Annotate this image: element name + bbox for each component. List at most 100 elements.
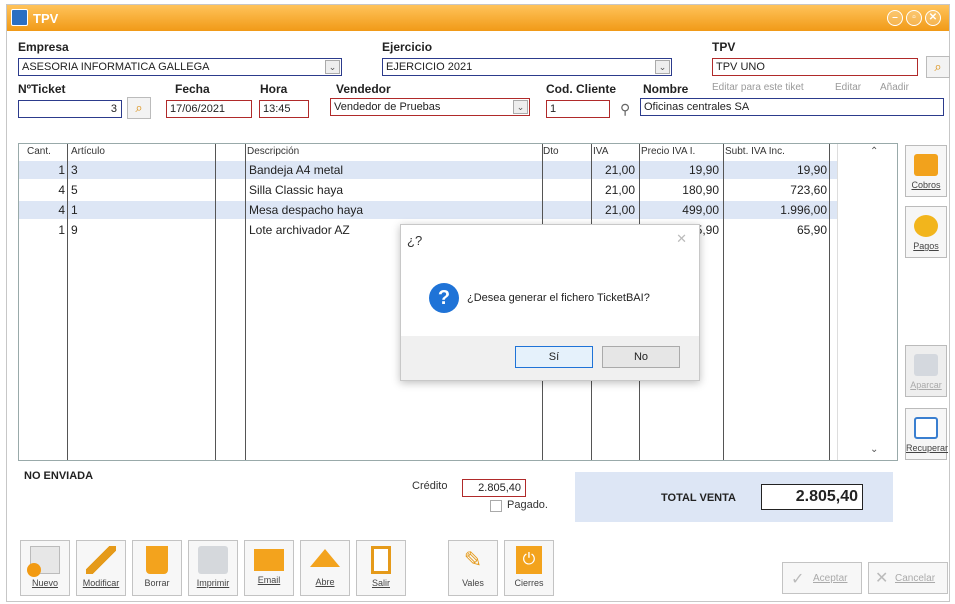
nombre-label: Nombre — [643, 82, 689, 96]
col-cant: Cant. — [27, 146, 51, 157]
vales-button[interactable]: ✎ Vales — [448, 540, 498, 596]
borrar-button[interactable]: Borrar — [132, 540, 182, 596]
search-tpv-icon[interactable]: ⌕ — [926, 56, 950, 78]
chevron-down-icon[interactable]: ⌄ — [325, 60, 340, 74]
cod-cliente-field[interactable]: 1 — [546, 100, 610, 118]
ticket-field[interactable]: 3 — [18, 100, 122, 118]
checkmark-icon: ✓ — [791, 571, 805, 588]
editar-link[interactable]: Editar — [835, 82, 861, 93]
nombre-field[interactable]: Oficinas centrales SA — [640, 98, 944, 116]
hora-label: Hora — [260, 82, 288, 96]
no-button[interactable]: No — [602, 346, 680, 368]
ejercicio-value: EJERCICIO 2021 — [386, 61, 473, 73]
dialog-message: ¿Desea generar el fichero TicketBAI? — [467, 292, 650, 304]
email-label: Email — [257, 575, 281, 585]
cobros-label: Cobros — [911, 180, 941, 190]
total-label: TOTAL VENTA — [661, 492, 736, 504]
tpv-field[interactable]: TPV UNO — [712, 58, 918, 76]
coins-icon — [914, 215, 938, 237]
vales-label: Vales — [462, 578, 484, 588]
fecha-label: Fecha — [175, 82, 210, 96]
credito-field[interactable]: 2.805,40 — [462, 479, 526, 497]
cell-articulo: 9 — [71, 223, 78, 237]
column-divider — [245, 144, 246, 460]
cell-cant: 4 — [58, 203, 65, 217]
pagado-label: Pagado. — [507, 499, 548, 511]
salir-button[interactable]: Salir — [356, 540, 406, 596]
recuperar-label: Recuperar — [906, 443, 949, 453]
cancelar-button[interactable]: ✕ Cancelar — [868, 562, 948, 594]
aparcar-label: Aparcar — [910, 380, 942, 390]
cash-register-icon — [914, 154, 938, 176]
cell-articulo: 5 — [71, 183, 78, 197]
title-bar[interactable]: TPV – ▫ ✕ — [7, 5, 949, 31]
power-icon: ⏻ — [516, 546, 542, 574]
imprimir-button[interactable]: Imprimir — [188, 540, 238, 596]
restore-icon[interactable]: ▫ — [906, 10, 922, 26]
table-row[interactable]: 4 1 Mesa despacho haya 21,00 499,00 1.99… — [19, 201, 839, 219]
vendedor-select[interactable]: Vendedor de Pruebas ⌄ — [330, 98, 530, 116]
table-row[interactable]: 4 5 Silla Classic haya 21,00 180,90 723,… — [19, 181, 839, 199]
cancelar-label: Cancelar — [895, 573, 936, 584]
hora-field[interactable]: 13:45 — [259, 100, 309, 118]
pencil-icon — [86, 546, 116, 574]
email-button[interactable]: Email — [244, 540, 294, 596]
chevron-down-icon[interactable]: ⌄ — [513, 100, 528, 114]
ejercicio-select[interactable]: EJERCICIO 2021 ⌄ — [382, 58, 672, 76]
recover-icon — [914, 417, 938, 439]
modificar-button[interactable]: Modificar — [76, 540, 126, 596]
dialog-footer: Sí No — [401, 336, 699, 380]
cell-cant: 4 — [58, 183, 65, 197]
scroll-up-icon[interactable]: ⌃ — [870, 146, 878, 157]
cell-iva: 21,00 — [604, 163, 635, 177]
editar-tiket-link[interactable]: Editar para este tiket — [712, 82, 804, 93]
empresa-value: ASESORIA INFORMATICA GALLEGA — [22, 61, 210, 73]
question-icon: ? — [429, 283, 459, 313]
column-divider — [215, 144, 216, 460]
column-divider — [829, 144, 830, 460]
empresa-select[interactable]: ASESORIA INFORMATICA GALLEGA ⌄ — [18, 58, 342, 76]
search-client-icon[interactable]: ⚲ — [620, 101, 630, 118]
pagado-checkbox[interactable] — [490, 500, 502, 512]
borrar-label: Borrar — [144, 578, 170, 588]
scroll-down-icon[interactable]: ⌄ — [870, 444, 878, 455]
column-divider — [723, 144, 724, 460]
abre-button[interactable]: Abre — [300, 540, 350, 596]
cell-cant: 1 — [58, 223, 65, 237]
fecha-field[interactable]: 17/06/2021 — [166, 100, 252, 118]
yes-button[interactable]: Sí — [515, 346, 593, 368]
cobros-button[interactable]: Cobros — [905, 145, 947, 197]
ejercicio-label: Ejercicio — [382, 40, 433, 54]
vendedor-value: Vendedor de Pruebas — [334, 101, 441, 113]
anadir-link[interactable]: Añadir — [880, 82, 909, 93]
pagos-label: Pagos — [913, 241, 939, 251]
window-title: TPV — [33, 11, 59, 26]
nuevo-label: Nuevo — [31, 578, 58, 588]
dialog-close-icon[interactable]: ✕ — [676, 231, 687, 247]
cierres-button[interactable]: ⏻ Cierres — [504, 540, 554, 596]
table-row[interactable]: 1 3 Bandeja A4 metal 21,00 19,90 19,90 — [19, 161, 839, 179]
search-ticket-icon[interactable]: ⌕ — [127, 97, 151, 119]
table-scrollbar[interactable]: ⌃ ⌄ — [837, 144, 897, 460]
cell-precio: 499,00 — [682, 203, 719, 217]
cell-iva: 21,00 — [604, 203, 635, 217]
status-badge: NO ENVIADA — [24, 470, 94, 482]
col-subtotal: Subt. IVA Inc. — [725, 146, 785, 157]
cancel-x-icon: ✕ — [875, 570, 889, 587]
aceptar-button[interactable]: ✓ Aceptar — [782, 562, 862, 594]
aparcar-button[interactable]: Aparcar — [905, 345, 947, 397]
empresa-label: Empresa — [18, 40, 69, 54]
confirm-dialog[interactable]: ¿? ✕ ? ¿Desea generar el fichero TicketB… — [400, 224, 700, 381]
minimize-icon[interactable]: – — [887, 10, 903, 26]
pagos-button[interactable]: Pagos — [905, 206, 947, 258]
cell-precio: 19,90 — [688, 163, 719, 177]
park-icon — [914, 354, 938, 376]
chevron-down-icon[interactable]: ⌄ — [655, 60, 670, 74]
close-icon[interactable]: ✕ — [925, 10, 941, 26]
nuevo-button[interactable]: Nuevo — [20, 540, 70, 596]
cell-descripcion: Bandeja A4 metal — [249, 163, 344, 177]
aceptar-label: Aceptar — [813, 573, 848, 584]
printer-icon — [198, 546, 228, 574]
recuperar-button[interactable]: Recuperar — [905, 408, 949, 460]
credito-label: Crédito — [412, 480, 448, 492]
